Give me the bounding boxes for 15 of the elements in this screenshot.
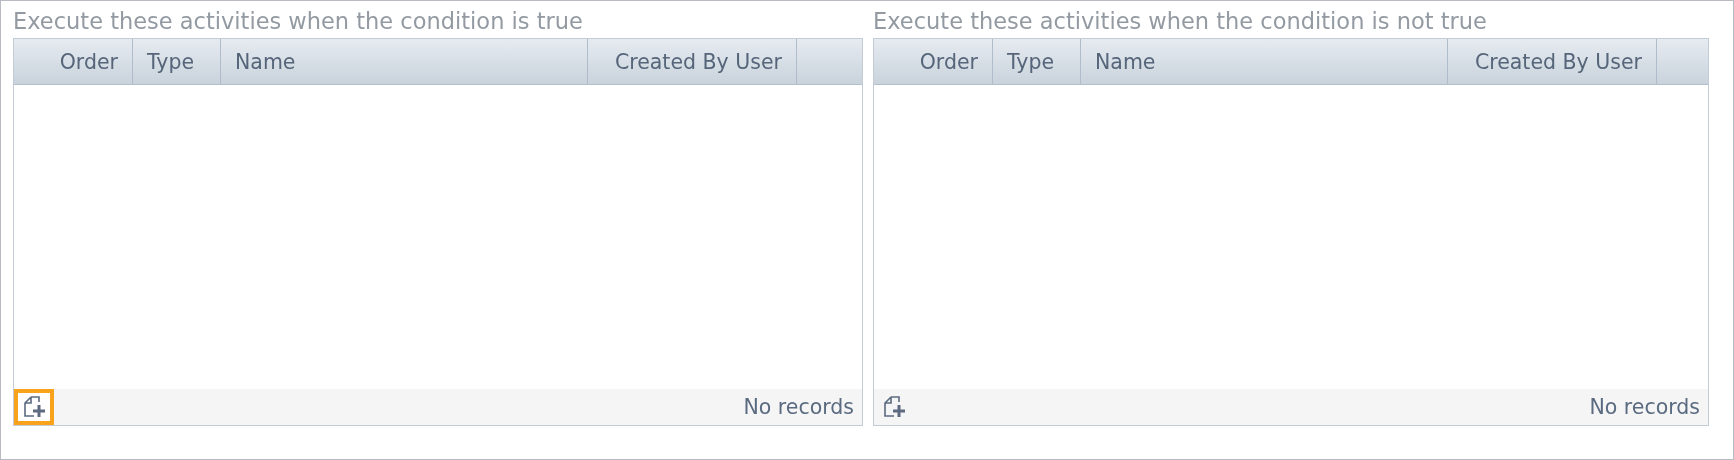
- column-header[interactable]: Created By User: [588, 39, 797, 84]
- add-document-icon: [882, 395, 906, 419]
- section-title: Execute these activities when the condition is true: [13, 7, 584, 36]
- column-header[interactable]: Order: [874, 39, 993, 84]
- status-text: No records: [1589, 395, 1700, 419]
- column-header[interactable]: Type: [133, 39, 221, 84]
- add-document-icon: [22, 395, 46, 419]
- section-title: Execute these activities when the condition is not true: [873, 7, 1488, 36]
- column-header[interactable]: Created By User: [1448, 39, 1657, 84]
- column-header[interactable]: Type: [993, 39, 1081, 84]
- column-header[interactable]: Name: [1081, 39, 1448, 84]
- column-header[interactable]: Name: [221, 39, 588, 84]
- column-header[interactable]: Order: [14, 39, 133, 84]
- status-text: No records: [743, 395, 854, 419]
- add-button[interactable]: [14, 389, 54, 425]
